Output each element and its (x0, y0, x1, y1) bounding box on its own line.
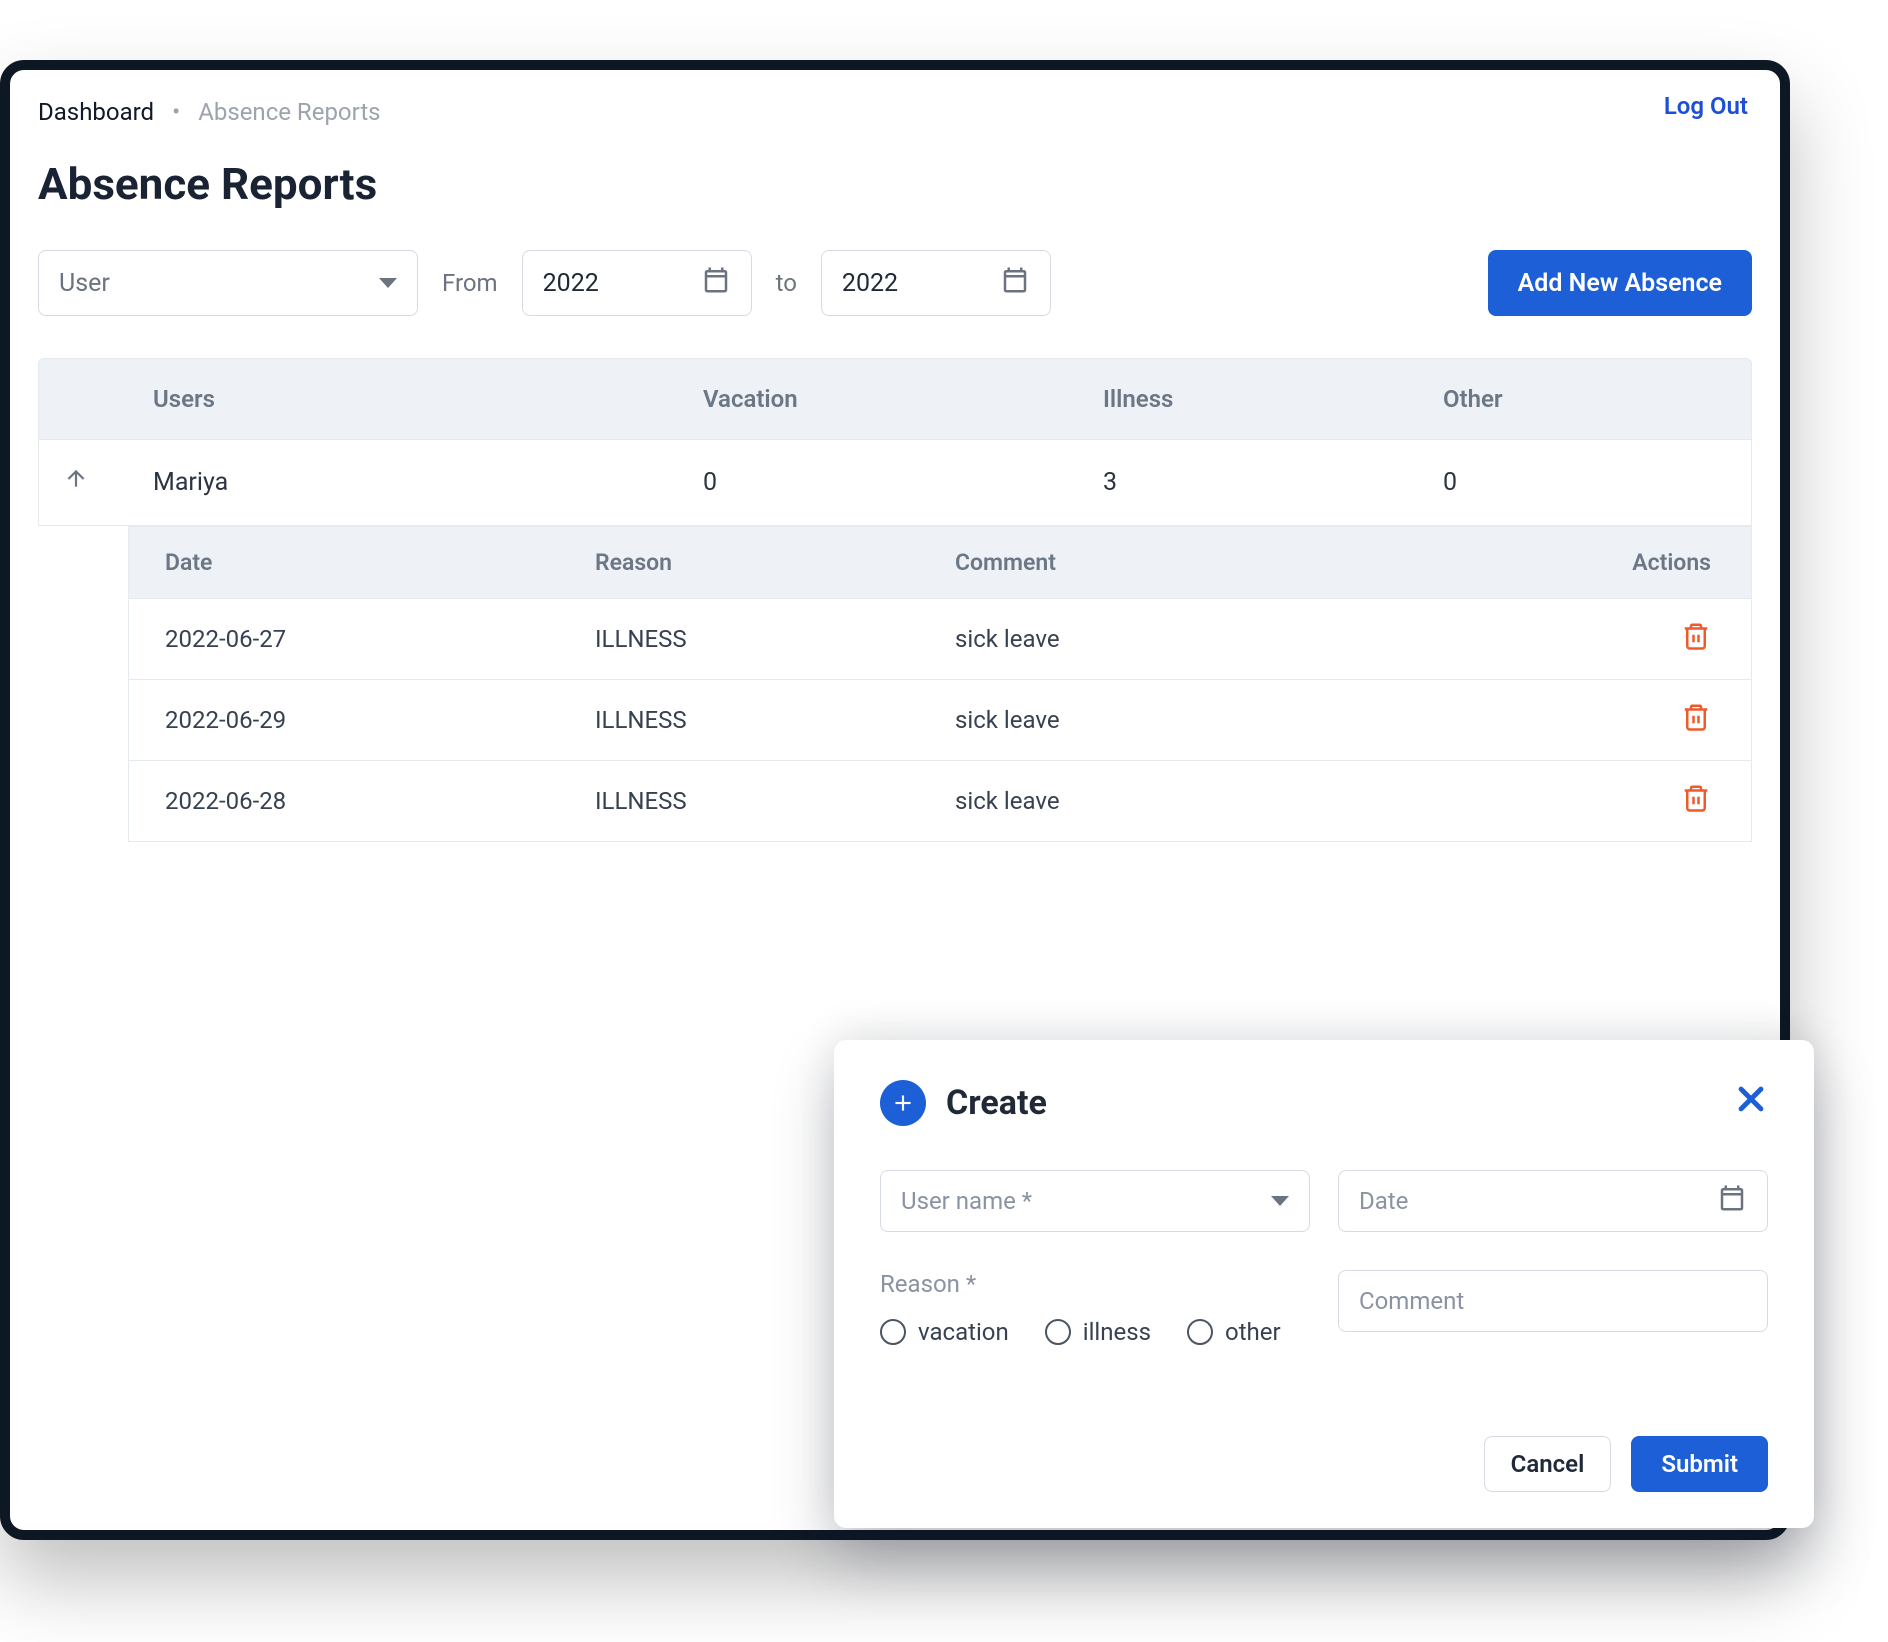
col-vacation: Vacation (679, 359, 1079, 439)
modal-title: Create (946, 1083, 1047, 1123)
submit-button[interactable]: Submit (1631, 1436, 1768, 1492)
cell-vacation: 0 (679, 440, 1079, 525)
breadcrumb-dashboard[interactable]: Dashboard (38, 98, 154, 126)
detail-row: 2022-06-29 ILLNESS sick leave (128, 680, 1752, 761)
chevron-down-icon (1271, 1196, 1289, 1206)
radio-icon (1045, 1319, 1071, 1345)
user-select[interactable]: User (38, 250, 418, 316)
modal-comment-placeholder: Comment (1359, 1287, 1464, 1315)
to-date-input[interactable]: 2022 (821, 250, 1051, 316)
filter-bar: User From 2022 to 2022 Add New Absence (38, 250, 1752, 316)
calendar-icon (1717, 1183, 1747, 1219)
col-illness: Illness (1079, 359, 1419, 439)
radio-vacation[interactable]: vacation (880, 1318, 1009, 1346)
cell-reason: ILLNESS (559, 599, 919, 679)
modal-reason-label: Reason * (880, 1270, 1310, 1298)
from-date-input[interactable]: 2022 (522, 250, 752, 316)
detail-table-header: Date Reason Comment Actions (128, 526, 1752, 599)
breadcrumb-current: Absence Reports (198, 98, 380, 126)
col-reason: Reason (559, 527, 919, 598)
calendar-icon (701, 265, 731, 302)
cell-user: Mariya (129, 440, 679, 525)
cell-date: 2022-06-29 (129, 680, 559, 760)
cell-reason: ILLNESS (559, 761, 919, 841)
modal-user-select[interactable]: User name * (880, 1170, 1310, 1232)
summary-table: Users Vacation Illness Other Mariya 0 3 … (38, 358, 1752, 842)
to-date-value: 2022 (842, 269, 898, 298)
cell-comment: sick leave (919, 680, 1479, 760)
radio-illness[interactable]: illness (1045, 1318, 1151, 1346)
summary-table-header: Users Vacation Illness Other (38, 358, 1752, 440)
breadcrumb: Dashboard • Absence Reports (38, 98, 1752, 126)
user-select-placeholder: User (59, 269, 110, 298)
col-actions: Actions (1479, 527, 1751, 598)
chevron-down-icon (379, 278, 397, 288)
modal-date-input[interactable]: Date (1338, 1170, 1768, 1232)
delete-icon[interactable] (1681, 783, 1711, 819)
summary-table-row[interactable]: Mariya 0 3 0 (38, 440, 1752, 526)
cancel-button[interactable]: Cancel (1484, 1436, 1612, 1492)
cell-reason: ILLNESS (559, 680, 919, 760)
add-new-absence-button[interactable]: Add New Absence (1488, 250, 1752, 316)
from-label: From (442, 269, 498, 297)
cell-other: 0 (1419, 440, 1751, 525)
radio-icon (880, 1319, 906, 1345)
calendar-icon (1000, 265, 1030, 302)
radio-label: vacation (918, 1318, 1009, 1346)
radio-label: illness (1083, 1318, 1151, 1346)
to-label: to (776, 269, 797, 297)
delete-icon[interactable] (1681, 702, 1711, 738)
detail-row: 2022-06-27 ILLNESS sick leave (128, 599, 1752, 680)
cell-date: 2022-06-27 (129, 599, 559, 679)
cell-illness: 3 (1079, 440, 1419, 525)
detail-row: 2022-06-28 ILLNESS sick leave (128, 761, 1752, 842)
delete-icon[interactable] (1681, 621, 1711, 657)
detail-table: Date Reason Comment Actions 2022-06-27 I… (128, 526, 1752, 842)
radio-icon (1187, 1319, 1213, 1345)
col-date: Date (129, 527, 559, 598)
cell-date: 2022-06-28 (129, 761, 559, 841)
logout-link[interactable]: Log Out (1664, 92, 1748, 120)
modal-date-placeholder: Date (1359, 1187, 1408, 1215)
col-other: Other (1419, 359, 1751, 439)
collapse-arrow-icon[interactable] (63, 466, 89, 499)
modal-user-placeholder: User name * (901, 1187, 1032, 1215)
col-comment: Comment (919, 527, 1479, 598)
from-date-value: 2022 (543, 269, 599, 298)
col-users: Users (129, 359, 679, 439)
cell-comment: sick leave (919, 599, 1479, 679)
create-absence-modal: Create User name * Date Reason * vacatio… (834, 1040, 1814, 1528)
close-icon[interactable] (1734, 1082, 1768, 1120)
cell-comment: sick leave (919, 761, 1479, 841)
modal-header: Create (880, 1080, 1768, 1126)
modal-comment-input[interactable]: Comment (1338, 1270, 1768, 1332)
breadcrumb-separator-icon: • (172, 98, 180, 126)
modal-reason-radios: vacation illness other (880, 1318, 1310, 1346)
page-title: Absence Reports (38, 158, 1752, 210)
radio-other[interactable]: other (1187, 1318, 1281, 1346)
radio-label: other (1225, 1318, 1281, 1346)
plus-icon (880, 1080, 926, 1126)
